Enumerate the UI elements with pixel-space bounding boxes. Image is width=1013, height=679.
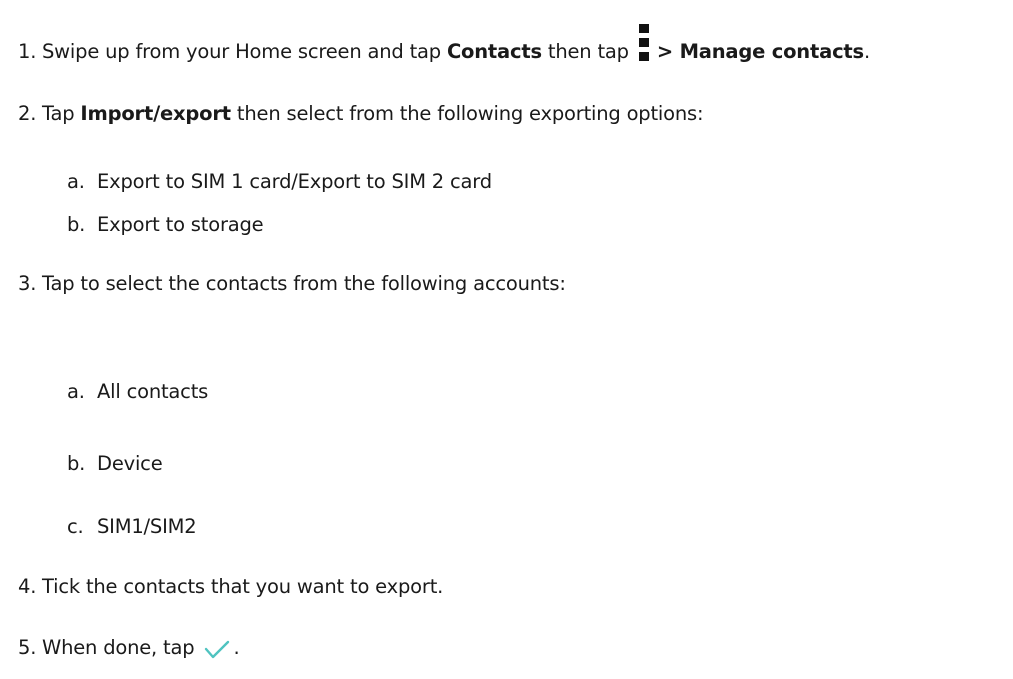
option-label: a. — [67, 170, 85, 193]
step-text: Tap — [42, 102, 81, 125]
step-3-option-c: c. SIM1/SIM2 — [67, 515, 197, 539]
step-3: 3. Tap to select the contacts from the f… — [18, 272, 566, 296]
option-text: Export to storage — [97, 213, 264, 236]
step-4: 4. Tick the contacts that you want to ex… — [18, 575, 443, 599]
option-text: SIM1/SIM2 — [97, 515, 197, 538]
step-text: then tap — [541, 40, 635, 63]
option-label: b. — [67, 213, 86, 236]
manage-contacts-label: > Manage contacts — [656, 40, 864, 63]
step-text: then select from the following exporting… — [230, 102, 704, 125]
step-text: Swipe up from your Home screen and tap — [42, 40, 447, 63]
step-3-option-a: a. All contacts — [67, 380, 208, 404]
step-number: 3. — [18, 272, 37, 295]
checkmark-icon — [204, 638, 230, 666]
option-label: a. — [67, 380, 85, 403]
step-text: Tick the contacts that you want to expor… — [42, 575, 444, 598]
option-text: All contacts — [97, 380, 209, 403]
step-number: 2. — [18, 102, 37, 125]
step-text: When done, tap — [42, 636, 201, 659]
step-5: 5. When done, tap . — [18, 636, 240, 666]
option-text: Export to SIM 1 card/Export to SIM 2 car… — [97, 170, 492, 193]
option-label: b. — [67, 452, 86, 475]
step-number: 1. — [18, 40, 37, 63]
step-1: 1. Swipe up from your Home screen and ta… — [18, 24, 870, 64]
step-2-option-a: a. Export to SIM 1 card/Export to SIM 2 c… — [67, 170, 492, 194]
three-dot-menu-icon — [638, 24, 649, 64]
contacts-label: Contacts — [446, 40, 542, 63]
step-text: . — [863, 40, 870, 63]
step-number: 4. — [18, 575, 37, 598]
step-2: 2. Tap Import/export then select from th… — [18, 102, 704, 126]
step-text: . — [233, 636, 240, 659]
step-text: Tap to select the contacts from the foll… — [42, 272, 566, 295]
step-number: 5. — [18, 636, 37, 659]
step-2-option-b: b. Export to storage — [67, 213, 264, 237]
option-text: Device — [97, 452, 163, 475]
import-export-label: Import/export — [80, 102, 231, 125]
option-label: c. — [67, 515, 84, 538]
step-3-option-b: b. Device — [67, 452, 163, 476]
